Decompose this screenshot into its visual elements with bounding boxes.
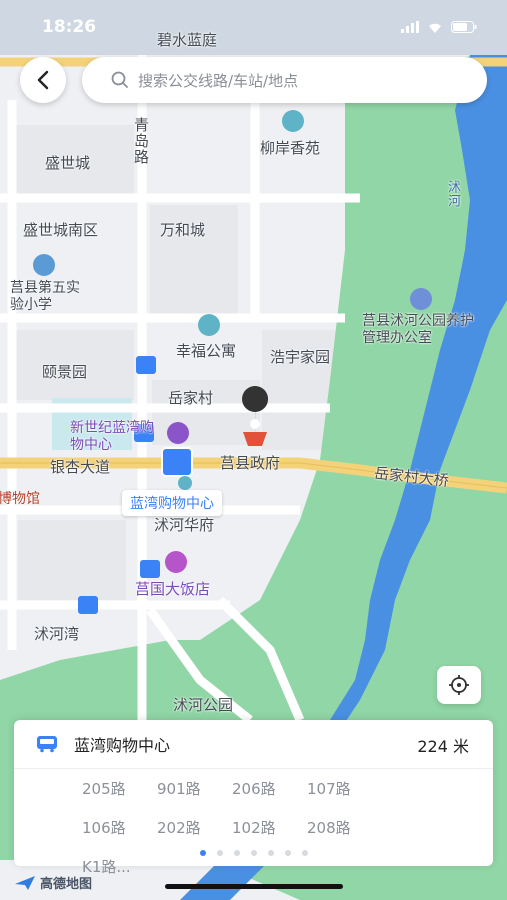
route-item[interactable]: 106路 [82, 817, 157, 838]
page-indicator[interactable] [14, 850, 493, 856]
status-icons [401, 21, 477, 33]
page-dot[interactable] [267, 850, 274, 856]
bus-icon [37, 736, 57, 753]
crosshair-icon [449, 675, 469, 695]
map-label-mall: 新世纪蓝湾购物中心 [70, 420, 154, 453]
map-label: 盛世城 [45, 154, 91, 172]
wifi-icon [429, 23, 441, 33]
amap-logo-icon [15, 875, 35, 890]
map-label: 颐景园 [42, 363, 88, 381]
route-item[interactable]: 206路 [232, 778, 307, 799]
back-button[interactable] [20, 57, 66, 103]
status-bar: 18:26 [0, 0, 507, 58]
bus-stop-callout[interactable]: 蓝湾购物中心 [122, 490, 222, 516]
locate-button[interactable] [437, 666, 481, 704]
map-label: 柳岸香苑 [260, 139, 321, 157]
map-label-gov: 莒县政府 [220, 454, 281, 472]
route-item[interactable]: 205路 [82, 778, 157, 799]
chevron-left-icon [37, 70, 49, 90]
signal-icon [401, 21, 419, 33]
map-label: 岳家村 [168, 389, 214, 407]
route-item[interactable]: 202路 [157, 817, 232, 838]
page-dot[interactable] [216, 850, 223, 856]
battery-icon [451, 21, 477, 33]
page-dot[interactable] [199, 850, 206, 856]
route-item-more[interactable]: K1路... [82, 856, 157, 877]
map-label: 沭河公园 [173, 696, 234, 714]
route-item[interactable]: 102路 [232, 817, 307, 838]
search-bar[interactable]: 搜索公交线路/车站/地点 [82, 57, 487, 103]
map-label: 万和城 [160, 221, 206, 239]
map-label: 莒国大饭店 [135, 580, 211, 598]
route-item[interactable]: 901路 [157, 778, 232, 799]
page-dot[interactable] [301, 850, 308, 856]
search-placeholder: 搜索公交线路/车站/地点 [138, 71, 299, 90]
map-label: 浩宇家园 [270, 348, 331, 366]
map-label: 沭河华府 [154, 516, 215, 534]
status-time: 18:26 [42, 17, 97, 37]
map-label: 幸福公寓 [176, 342, 237, 360]
page-dot[interactable] [233, 850, 240, 856]
map-label: 盛世城南区 [23, 221, 99, 239]
map-label-school: 莒县第五实验小学 [10, 280, 80, 313]
map-label-road: 青岛路 [132, 117, 150, 165]
stop-distance: 224 米 [417, 737, 469, 756]
map-label: 博物馆 [0, 491, 40, 507]
route-item[interactable]: 208路 [307, 817, 382, 838]
home-indicator[interactable] [165, 884, 343, 889]
stop-header[interactable]: 蓝湾购物中心 224 米 [14, 720, 493, 769]
route-item[interactable]: 107路 [307, 778, 382, 799]
route-list: 205路 901路 206路 107路 106路 202路 102路 208路 … [82, 778, 482, 877]
map-label-road: 银杏大道 [50, 458, 111, 476]
stop-name: 蓝湾购物中心 [74, 736, 171, 755]
brand-name: 高德地图 [40, 877, 93, 892]
bus-stop-panel[interactable]: 蓝湾购物中心 224 米 205路 901路 206路 107路 106路 20… [14, 720, 493, 876]
page-dot[interactable] [284, 850, 291, 856]
map-label-office: 莒县沭河公园养护管理办公室 [362, 313, 474, 346]
search-icon [111, 71, 128, 88]
brand-logo: 高德地图 [14, 873, 92, 892]
map-label: 沭河湾 [34, 625, 80, 643]
page-dot[interactable] [250, 850, 257, 856]
map-label-river: 沭河 [445, 180, 460, 208]
